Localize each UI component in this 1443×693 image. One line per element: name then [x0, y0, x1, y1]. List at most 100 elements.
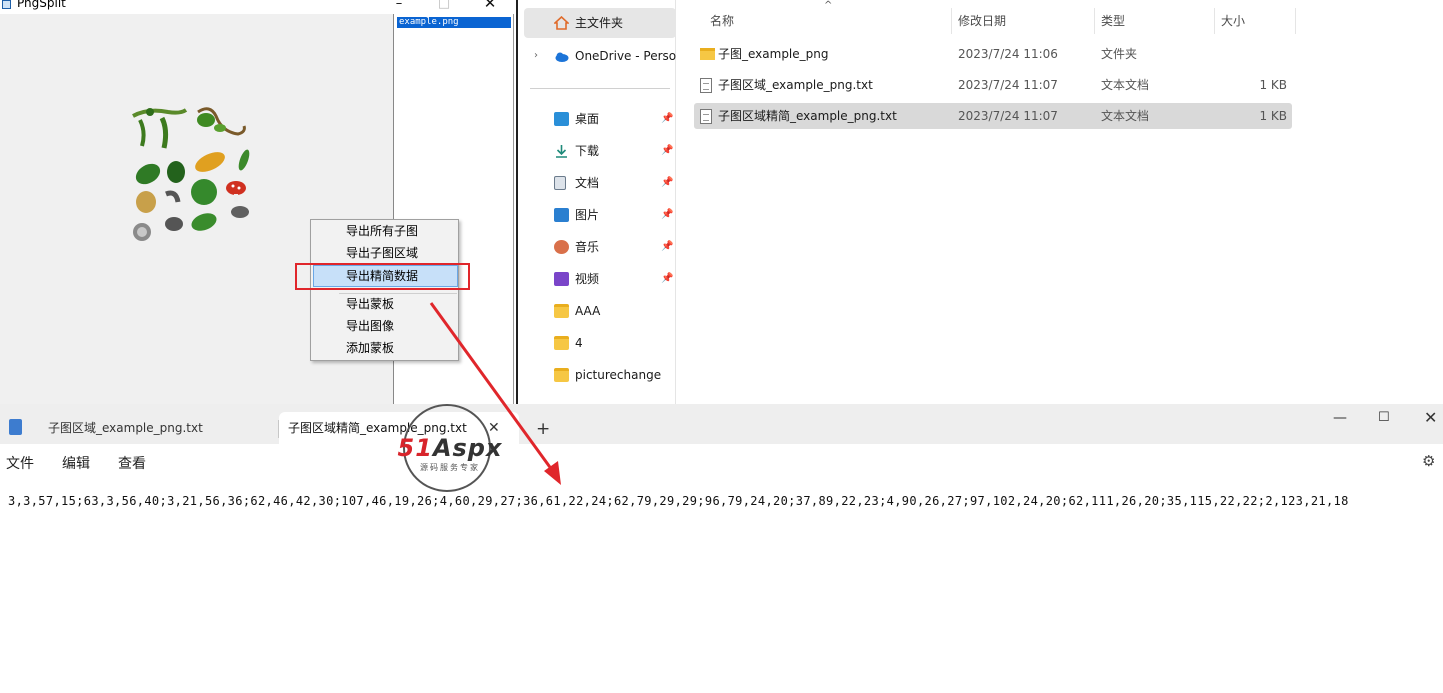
column-header-name[interactable]: 名称 — [710, 10, 734, 32]
notepad-icon — [9, 419, 22, 435]
minimize-button[interactable]: – — [389, 0, 409, 11]
nav-label-pictures: 图片 — [575, 208, 600, 222]
text-file-icon — [700, 109, 712, 124]
file-name: 子图_example_png — [718, 47, 829, 61]
pictures-icon — [554, 208, 569, 222]
nav-label-desktop: 桌面 — [575, 112, 600, 126]
notepad-menu-bar: 文件 编辑 查看 ⚙ — [0, 444, 1443, 480]
file-date: 2023/7/24 11:07 — [958, 109, 1058, 123]
new-tab-button[interactable]: + — [536, 419, 550, 439]
file-name: 子图区域精简_example_png.txt — [718, 109, 897, 123]
menu-item-export-subimage-regions[interactable]: 导出子图区域 — [311, 242, 458, 264]
nav-label-folder: 4 — [575, 336, 583, 350]
nav-label-onedrive: OneDrive - Perso — [575, 49, 676, 63]
nav-label-home: 主文件夹 — [575, 16, 624, 30]
file-type: 文本文档 — [1101, 78, 1150, 92]
text-editor-content[interactable]: 3,3,57,15;63,3,56,40;3,21,56,36;62,46,42… — [8, 494, 1349, 508]
nav-item-downloads[interactable]: 下载 📌 — [518, 136, 676, 166]
file-type: 文件夹 — [1101, 47, 1138, 61]
menu-view[interactable]: 查看 — [118, 453, 146, 473]
nav-item-desktop[interactable]: 桌面 📌 — [518, 104, 676, 134]
file-explorer-window: 主文件夹 › OneDrive - Perso 桌面 📌 下载 📌 文档 📌 图… — [516, 0, 1443, 404]
file-date: 2023/7/24 11:07 — [958, 78, 1058, 92]
file-size: 1 KB — [1259, 109, 1287, 123]
tab-regions-file[interactable]: 子图区域_example_png.txt — [30, 412, 278, 444]
nav-label-folder: picturechange — [575, 368, 662, 382]
cloud-icon — [555, 52, 569, 62]
file-name: 子图区域_example_png.txt — [718, 78, 873, 92]
watermark-logo: 51Aspx 源码服务专家 — [388, 404, 512, 494]
nav-item-videos[interactable]: 视频 📌 — [518, 264, 676, 294]
nav-divider — [530, 88, 670, 89]
nav-item-folder-aaa[interactable]: AAA — [518, 296, 676, 326]
menu-item-export-image[interactable]: 导出图像 — [311, 315, 458, 337]
close-button[interactable]: ✕ — [1424, 408, 1437, 427]
menu-item-export-mask[interactable]: 导出蒙板 — [311, 293, 458, 315]
file-type: 文本文档 — [1101, 109, 1150, 123]
home-icon — [554, 16, 569, 30]
file-row-selected[interactable]: 子图区域精简_example_png.txt 2023/7/24 11:07 文… — [694, 103, 1292, 129]
download-icon — [556, 145, 567, 158]
document-icon — [554, 176, 566, 190]
notepad-tab-bar: 子图区域_example_png.txt 子图区域精简_example_png.… — [0, 404, 1443, 444]
file-row[interactable]: 子图_example_png 2023/7/24 11:06 文件夹 — [694, 41, 1292, 67]
navigation-pane: 主文件夹 › OneDrive - Perso 桌面 📌 下载 📌 文档 📌 图… — [518, 0, 676, 404]
chevron-right-icon[interactable]: › — [534, 41, 538, 71]
file-list-view: ^ 名称 修改日期 类型 大小 子图_example_png 2023/7/24… — [676, 0, 1443, 404]
column-separator[interactable] — [951, 8, 952, 34]
menu-item-export-all-subimages[interactable]: 导出所有子图 — [311, 220, 458, 242]
maximize-button[interactable]: ☐ — [1378, 410, 1390, 425]
column-header-type[interactable]: 类型 — [1101, 10, 1125, 32]
menu-edit[interactable]: 编辑 — [62, 453, 90, 473]
nav-label-downloads: 下载 — [575, 144, 600, 158]
sort-ascending-icon: ^ — [824, 0, 833, 11]
file-row[interactable]: 子图区域_example_png.txt 2023/7/24 11:07 文本文… — [694, 72, 1292, 98]
column-separator[interactable] — [1295, 8, 1296, 34]
nav-item-home[interactable]: 主文件夹 — [524, 8, 676, 38]
watermark-text: 51Aspx — [388, 434, 512, 462]
pin-icon[interactable]: 📌 — [661, 264, 673, 294]
folder-icon — [554, 304, 569, 318]
context-menu: 导出所有子图 导出子图区域 导出精简数据 导出蒙板 导出图像 添加蒙板 — [310, 219, 459, 361]
pin-icon[interactable]: 📌 — [661, 200, 673, 230]
menu-item-add-mask[interactable]: 添加蒙板 — [311, 337, 458, 359]
nav-item-folder-4[interactable]: 4 — [518, 328, 676, 358]
nav-item-pictures[interactable]: 图片 📌 — [518, 200, 676, 230]
watermark-dark-text: Aspx — [432, 434, 503, 462]
column-separator[interactable] — [1214, 8, 1215, 34]
pngsplit-window: PngSplit – □ ✕ example.png 导出所有子图 导出子图区域… — [0, 0, 514, 414]
maximize-button[interactable]: □ — [434, 0, 454, 11]
minimize-button[interactable]: — — [1333, 410, 1347, 426]
text-file-icon — [700, 78, 712, 93]
video-icon — [554, 272, 569, 286]
column-header-date[interactable]: 修改日期 — [958, 10, 1006, 32]
watermark-red-text: 51 — [397, 434, 433, 462]
pin-icon[interactable]: 📌 — [661, 104, 673, 134]
nav-item-music[interactable]: 音乐 📌 — [518, 232, 676, 262]
pngsplit-titlebar[interactable]: PngSplit – □ ✕ — [0, 0, 514, 14]
list-item-example-png[interactable]: example.png — [396, 16, 512, 29]
close-button[interactable]: ✕ — [480, 0, 500, 12]
nav-item-onedrive[interactable]: › OneDrive - Perso — [518, 41, 676, 71]
pin-icon[interactable]: 📌 — [661, 136, 673, 166]
nav-label-videos: 视频 — [575, 272, 600, 286]
nav-item-documents[interactable]: 文档 📌 — [518, 168, 676, 198]
folder-icon — [554, 336, 569, 350]
gear-icon[interactable]: ⚙ — [1422, 452, 1435, 470]
app-icon — [2, 0, 11, 9]
nav-label-folder: AAA — [575, 304, 601, 318]
pin-icon[interactable]: 📌 — [661, 232, 673, 262]
pin-icon[interactable]: 📌 — [661, 168, 673, 198]
music-icon — [554, 240, 569, 254]
column-separator[interactable] — [1094, 8, 1095, 34]
folder-icon — [700, 48, 715, 60]
pngsplit-title: PngSplit — [17, 0, 66, 10]
file-size: 1 KB — [1259, 78, 1287, 92]
menu-file[interactable]: 文件 — [6, 453, 34, 473]
sprite-sheet-image — [132, 107, 250, 241]
nav-item-folder-picturechange[interactable]: picturechange — [518, 360, 676, 390]
column-header-size[interactable]: 大小 — [1221, 10, 1245, 32]
nav-label-music: 音乐 — [575, 240, 600, 254]
notepad-window: 子图区域_example_png.txt 子图区域精简_example_png.… — [0, 404, 1443, 693]
annotation-highlight-box — [295, 263, 470, 290]
